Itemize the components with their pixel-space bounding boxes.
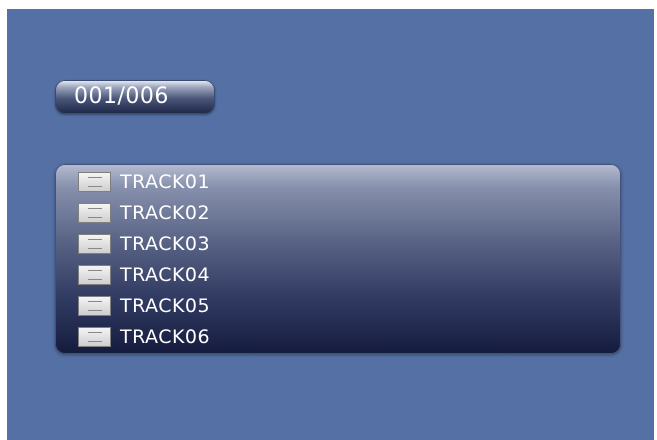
list-item-label: TRACK06 xyxy=(120,326,211,348)
list-item[interactable]: TRACK05 xyxy=(78,294,210,318)
list-item-label: TRACK02 xyxy=(120,202,211,224)
avi-file-icon xyxy=(78,203,111,223)
list-item-label: TRACK03 xyxy=(120,233,211,255)
avi-file-icon xyxy=(78,265,111,285)
avi-file-icon xyxy=(78,234,111,254)
list-item-label: TRACK05 xyxy=(120,295,211,317)
list-item[interactable]: TRACK01 xyxy=(78,170,210,194)
list-item[interactable]: TRACK06 xyxy=(78,325,210,349)
file-list: TRACK01 TRACK02 TRACK03 TRACK04 TRACK05 … xyxy=(55,164,621,354)
list-item-label: TRACK01 xyxy=(120,171,211,193)
list-item-label: TRACK04 xyxy=(120,264,211,286)
avi-file-icon xyxy=(78,327,111,347)
list-item[interactable]: TRACK02 xyxy=(78,201,210,225)
track-counter-text: 001/006 xyxy=(74,84,169,109)
track-counter: 001/006 xyxy=(55,80,215,114)
media-player-screen: 001/006 TRACK01 TRACK02 TRACK03 TRACK04 … xyxy=(7,9,654,440)
list-item[interactable]: TRACK04 xyxy=(78,263,210,287)
list-item[interactable]: TRACK03 xyxy=(78,232,210,256)
avi-file-icon xyxy=(78,296,111,316)
avi-file-icon xyxy=(78,172,111,192)
